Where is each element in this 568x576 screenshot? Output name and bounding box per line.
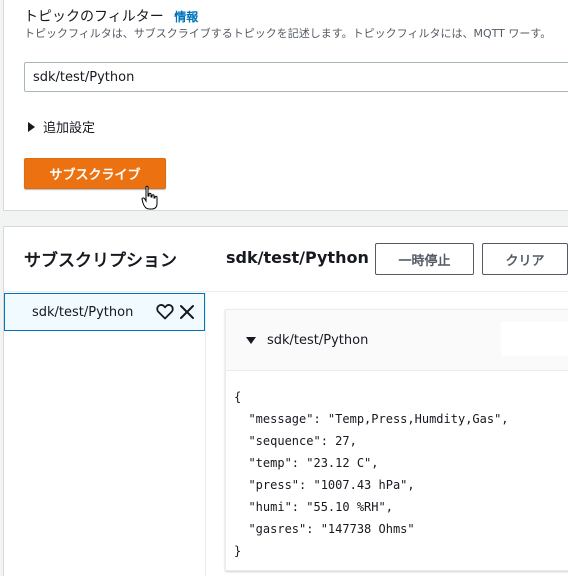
heart-icon[interactable] <box>156 304 174 320</box>
caret-right-icon <box>28 121 35 132</box>
message-header[interactable]: sdk/test/Python <box>226 310 568 371</box>
pause-button[interactable]: 一時停止 <box>375 243 474 275</box>
caret-down-icon[interactable] <box>246 337 256 344</box>
close-icon[interactable] <box>179 304 195 320</box>
message-topic: sdk/test/Python <box>267 333 369 348</box>
message-meta-box <box>501 322 568 356</box>
subscriptions-heading: サブスクリプション <box>24 251 177 271</box>
additional-settings-label: 追加設定 <box>43 121 96 136</box>
info-link[interactable]: 情報 <box>174 10 198 24</box>
header-divider <box>4 291 568 292</box>
subscription-item[interactable]: sdk/test/Python <box>4 293 205 331</box>
selected-topic-title: sdk/test/Python <box>226 248 369 267</box>
topic-filter-panel: トピックのフィルター 情報 トピックフィルタは、サブスクライブするトピックを記述… <box>3 0 568 211</box>
additional-settings-toggle[interactable]: 追加設定 <box>28 117 95 136</box>
topic-filter-label: トピックのフィルター <box>24 9 164 25</box>
topic-filter-description: トピックフィルタは、サブスクライブするトピックを記述します。トピックフィルタには… <box>24 27 552 40</box>
subscriptions-panel: サブスクリプション sdk/test/Python 一時停止 クリア sdk/t… <box>3 226 568 576</box>
subscription-item-label: sdk/test/Python <box>32 304 134 320</box>
message-payload: { "message": "Temp,Press,Humdity,Gas", "… <box>234 390 509 558</box>
topic-filter-label-row: トピックのフィルター 情報 <box>24 6 198 26</box>
pointer-cursor-icon <box>141 185 158 210</box>
list-separator <box>205 293 206 576</box>
clear-button[interactable]: クリア <box>482 243 568 275</box>
topic-filter-input[interactable] <box>24 62 568 92</box>
message-card: sdk/test/Python { "message": "Temp,Press… <box>225 309 568 571</box>
